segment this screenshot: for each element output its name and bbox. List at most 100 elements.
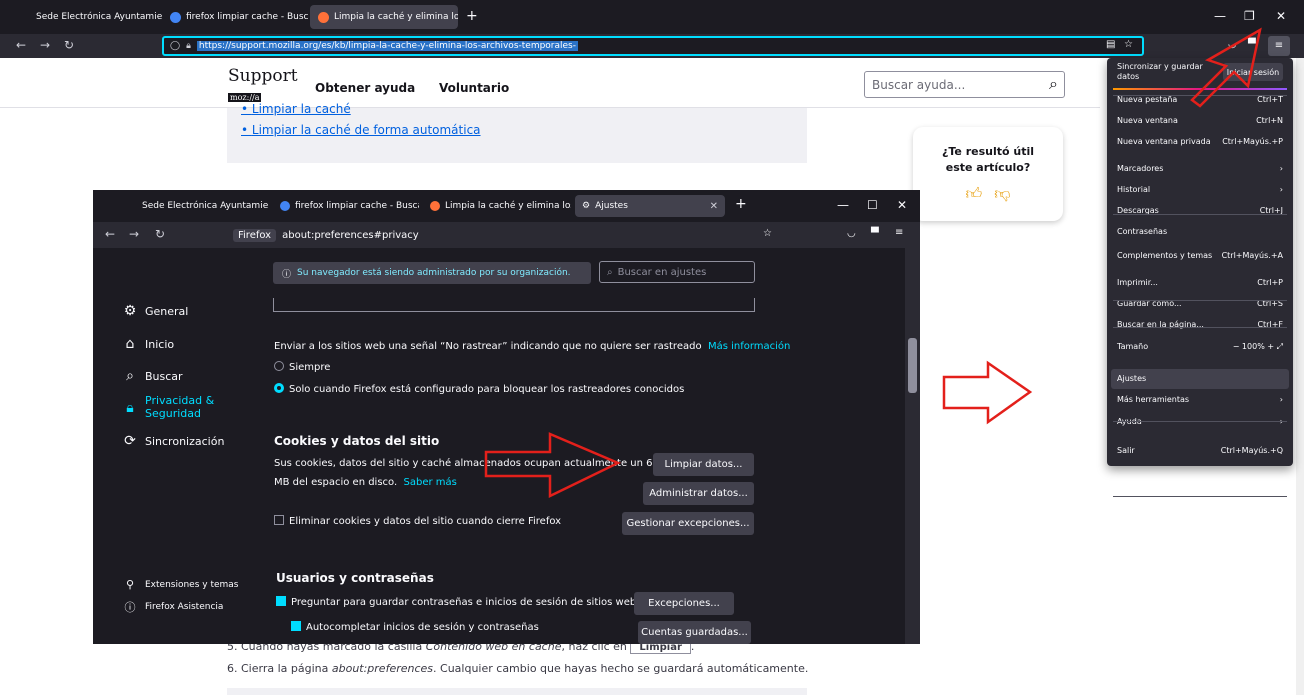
ask-save-passwords[interactable]: Preguntar para guardar contraseñas e ini… (276, 596, 636, 608)
inner-tab-settings-active[interactable]: ⚙ Ajustes ✕ (575, 195, 725, 217)
info-icon: ⓘ (282, 269, 292, 280)
support-logo[interactable]: Support moz://a (228, 67, 298, 104)
menu-separator (1113, 421, 1287, 422)
new-tab-button[interactable]: + (466, 8, 478, 24)
radio-known-trackers[interactable]: Solo cuando Firefox está configurado par… (274, 383, 684, 395)
toc-link-clear-cache[interactable]: • Limpiar la caché (241, 102, 351, 116)
maximize-button[interactable]: ☐ (867, 198, 878, 212)
password-exceptions-button[interactable]: Excepciones... (634, 592, 734, 615)
sidebar-extensions[interactable]: ⚲ Extensiones y temas (121, 578, 239, 591)
sidebar-item-sync[interactable]: ⟳ Sincronización (121, 433, 224, 449)
back-icon[interactable]: ← (105, 227, 115, 241)
menu-item-6[interactable]: Contraseñas (1117, 227, 1283, 236)
hamburger-menu-icon[interactable]: ≡ (895, 227, 903, 238)
menu-item-7[interactable]: Complementos y temas Ctrl+Mayús.+A (1117, 251, 1283, 260)
logo-title: Support (228, 66, 298, 86)
radio-button[interactable] (274, 361, 284, 371)
maximize-button[interactable]: ❐ (1244, 9, 1255, 23)
delete-cookies-on-close[interactable]: Eliminar cookies y datos del sitio cuand… (274, 515, 561, 527)
hamburger-menu-icon[interactable]: ≡ (1268, 36, 1290, 56)
scrollbar-thumb[interactable] (908, 338, 917, 393)
gear-icon: ⚙ (123, 303, 137, 319)
forward-icon[interactable]: → (129, 227, 139, 241)
menu-item-shortcut: Ctrl+T (1257, 95, 1283, 104)
back-icon[interactable]: ← (16, 38, 26, 52)
menu-item-12[interactable]: Ajustes (1117, 374, 1283, 383)
checkbox[interactable] (274, 515, 284, 525)
thumbs-up-icon[interactable]: 👍︎ (966, 184, 995, 203)
outer-tab-2[interactable]: firefox limpiar cache - Buscar c ✕ (162, 5, 308, 29)
inner-url-bar[interactable]: Firefox about:preferences#privacy (233, 225, 783, 245)
sidebar-item-privacy[interactable]: 🔒︎ Privacidad & Seguridad (121, 394, 214, 420)
nav-get-help[interactable]: Obtener ayuda (315, 81, 415, 95)
outer-tab-3-active[interactable]: Limpia la caché y elimina los ar ✕ (310, 5, 458, 29)
reload-icon[interactable]: ↻ (155, 227, 165, 241)
sign-in-button[interactable]: Iniciar sesión (1223, 63, 1283, 81)
menu-item-15[interactable]: Salir Ctrl+Mayús.+Q (1117, 446, 1283, 455)
menu-item-label: Contraseñas (1117, 227, 1168, 236)
inner-firefox-window: Sede Electrónica Ayuntamiento ✕ firefox … (93, 190, 920, 644)
thumbs-down-icon[interactable]: 👎︎ (994, 184, 1010, 203)
autofill-logins[interactable]: Autocompletar inicios de sesión y contra… (291, 621, 539, 633)
manage-exceptions-button[interactable]: Gestionar excepciones... (622, 512, 754, 535)
tab-title: Limpia la caché y elimina los ar (334, 12, 458, 22)
saved-logins-button[interactable]: Cuentas guardadas... (638, 621, 751, 644)
forward-icon[interactable]: → (40, 38, 50, 52)
menu-item-8[interactable]: Imprimir... Ctrl+P (1117, 278, 1283, 287)
inner-tab-2[interactable]: firefox limpiar cache - Buscar c ✕ (273, 195, 419, 217)
clear-data-button[interactable]: Limpiar datos... (653, 453, 754, 476)
menu-item-1[interactable]: Nueva ventana Ctrl+N (1117, 116, 1283, 125)
lock-icon: 🔒︎ (186, 41, 191, 51)
pocket-icon[interactable]: ◡ (1228, 39, 1237, 50)
menu-separator (1113, 300, 1287, 301)
manage-data-button[interactable]: Administrar datos... (643, 482, 754, 505)
menu-item-11[interactable]: Tamaño − 100% + ⤢ (1117, 342, 1283, 352)
radio-button-selected[interactable] (274, 383, 284, 393)
inner-scrollbar[interactable] (905, 248, 920, 644)
sidebar-item-search[interactable]: ⌕ Buscar (121, 368, 182, 384)
dnt-learn-more-link[interactable]: Más información (708, 341, 790, 352)
reload-icon[interactable]: ↻ (64, 38, 74, 52)
nav-volunteer[interactable]: Voluntario (439, 81, 509, 95)
close-window-button[interactable]: ✕ (1276, 9, 1286, 23)
cookies-learn-more-link[interactable]: Saber más (404, 477, 457, 488)
pocket-icon[interactable]: ◡ (847, 228, 856, 239)
checkbox-checked[interactable] (291, 621, 301, 631)
menu-item-2[interactable]: Nueva ventana privada Ctrl+Mayús.+P (1117, 137, 1283, 146)
reader-view-icon[interactable]: ▤ (1106, 39, 1115, 50)
minimize-button[interactable]: — (1214, 9, 1226, 23)
outer-tab-1[interactable]: Sede Electrónica Ayuntamiento ✕ (28, 5, 162, 29)
toc-link-auto-clear[interactable]: • Limpiar la caché de forma automática (241, 123, 481, 137)
url-text: https://support.mozilla.org/es/kb/limpia… (196, 41, 578, 51)
bookmark-star-icon[interactable]: ☆ (1124, 39, 1133, 50)
close-window-button[interactable]: ✕ (897, 198, 907, 212)
preferences-search-input[interactable]: ⌕ Buscar en ajustes (599, 261, 755, 283)
bookmark-star-icon[interactable]: ☆ (763, 228, 772, 239)
radio-always[interactable]: Siempre (274, 361, 330, 373)
checkbox-checked[interactable] (276, 596, 286, 606)
menu-item-3[interactable]: Marcadores › (1117, 164, 1283, 173)
inner-tab-1[interactable]: Sede Electrónica Ayuntamiento ✕ (135, 195, 269, 217)
menu-item-label: Nueva ventana (1117, 116, 1178, 125)
menu-sync[interactable]: Sincronizar y guardar datos (1117, 62, 1217, 82)
tab-title: Ajustes (595, 201, 628, 211)
outer-url-bar[interactable]: ◯ 🔒︎ https://support.mozilla.org/es/kb/l… (162, 36, 1144, 56)
sidebar-item-home[interactable]: ⌂ Inicio (121, 336, 175, 352)
extension-icon[interactable]: ▀ (1248, 39, 1256, 50)
menu-item-4[interactable]: Historial › (1117, 185, 1283, 194)
minimize-button[interactable]: — (837, 198, 849, 212)
extension-icon[interactable]: ▀ (871, 228, 879, 239)
search-icon[interactable]: ⌕ (1049, 74, 1058, 94)
inner-tab-3[interactable]: Limpia la caché y elimina los ar ✕ (423, 195, 571, 217)
menu-item-shortcut: › (1279, 185, 1283, 194)
page-scrollbar[interactable] (1296, 58, 1304, 695)
menu-item-shortcut: Ctrl+N (1256, 116, 1283, 125)
sidebar-item-general[interactable]: ⚙ General (121, 303, 189, 319)
sidebar-support[interactable]: ⓘ Firefox Asistencia (121, 599, 224, 615)
close-icon[interactable]: ✕ (704, 201, 718, 212)
outer-tab-bar: Sede Electrónica Ayuntamiento ✕ firefox … (0, 0, 1304, 34)
menu-item-0[interactable]: Nueva pestaña Ctrl+T (1117, 95, 1283, 104)
support-search-input[interactable]: Buscar ayuda... ⌕ (864, 71, 1065, 98)
menu-item-13[interactable]: Más herramientas › (1117, 395, 1283, 404)
new-tab-button[interactable]: + (735, 196, 747, 212)
